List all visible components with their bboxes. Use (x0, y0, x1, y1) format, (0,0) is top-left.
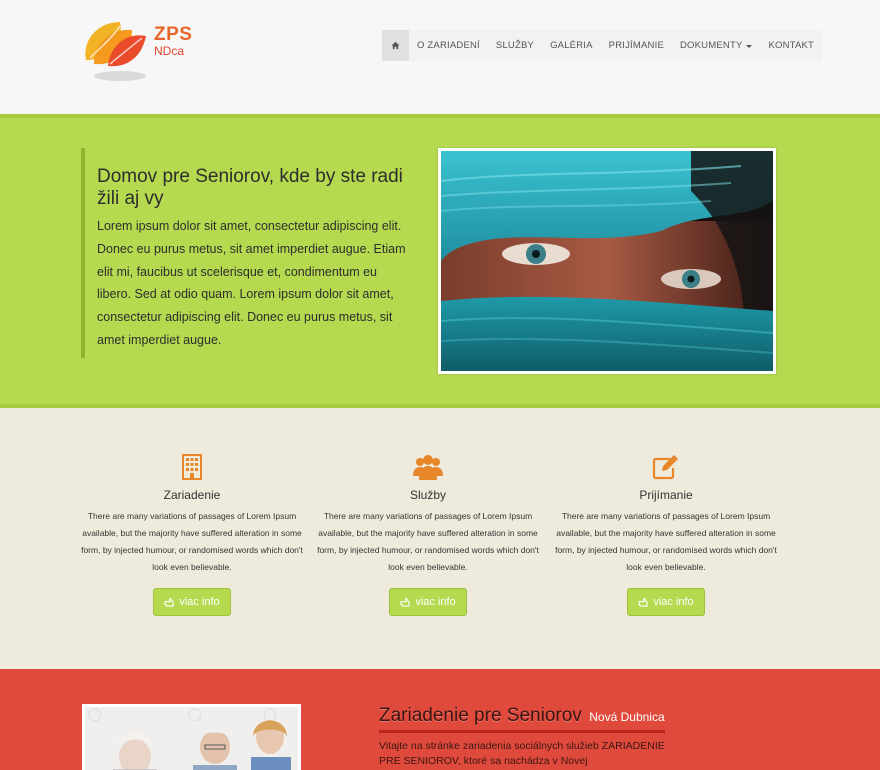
feature-title: Zariadenie (163, 488, 221, 502)
about-body: Vitajte na stránke zariadenia sociálnych… (379, 740, 665, 767)
nav-sluzby[interactable]: SLUŽBY (488, 30, 542, 61)
hero-title: Domov pre Seniorov, kde by ste radi žili… (97, 166, 403, 209)
button-label: viac info (653, 596, 694, 608)
features-section: Zariadenie There are many variations of … (0, 408, 880, 669)
nav-o-zariadeni[interactable]: O ZARIADENÍ (409, 30, 488, 61)
feature-zariadenie: Zariadenie There are many variations of … (77, 452, 307, 616)
main-nav: O ZARIADENÍ SLUŽBY GALÉRIA PRIJÍMANIE DO… (382, 30, 823, 61)
nav-label: DOKUMENTY (679, 40, 743, 51)
site-header: ZPS NDca O ZARIADENÍ SLUŽBY GALÉRIA PRIJ… (0, 0, 880, 114)
nav-label: O ZARIADENÍ (417, 40, 480, 51)
feature-desc: There are many variations of passages of… (81, 511, 303, 572)
nav-label: GALÉRIA (550, 40, 593, 51)
hero-photo (438, 148, 776, 374)
feature-desc: There are many variations of passages of… (555, 511, 777, 572)
users-icon (413, 455, 443, 480)
nav-galeria[interactable]: GALÉRIA (542, 30, 601, 61)
button-label: viac info (179, 596, 220, 608)
about-heading: Zariadenie pre Seniorov Nová Dubnica (379, 705, 665, 733)
building-icon (182, 454, 202, 480)
logo-text: ZPS NDca (154, 24, 192, 58)
logo-zps: ZPS (154, 24, 193, 45)
logo-ndca: NDca (154, 44, 185, 58)
seniors-photo-image (85, 707, 298, 770)
viac-info-button[interactable]: viac info (627, 588, 705, 616)
viac-info-button[interactable]: viac info (153, 588, 231, 616)
hero-text-block: Domov pre Seniorov, kde by ste radi žili… (81, 148, 411, 358)
hero-body: Lorem ipsum dolor sit amet, consectetur … (97, 219, 406, 347)
about-photo (82, 704, 301, 770)
about-title: Zariadenie pre Seniorov (379, 705, 582, 726)
viac-info-button[interactable]: viac info (389, 588, 467, 616)
leaf-logo-icon (85, 22, 146, 81)
hero-section: Domov pre Seniorov, kde by ste radi žili… (0, 114, 880, 408)
about-subtitle: Nová Dubnica (589, 710, 665, 724)
nav-label: KONTAKT (768, 40, 815, 51)
feature-sluzby: Služby There are many variations of pass… (313, 452, 543, 616)
edit-icon (652, 455, 678, 480)
hand-pointer-icon (164, 597, 174, 607)
feature-title: Prijímanie (639, 488, 693, 502)
hand-pointer-icon (638, 597, 648, 607)
feature-prijimanie: Prijímanie There are many variations of … (551, 452, 781, 616)
home-icon (391, 41, 400, 50)
hand-pointer-icon (400, 597, 410, 607)
nav-prijimanie[interactable]: PRIJÍMANIE (601, 30, 672, 61)
button-label: viac info (415, 596, 456, 608)
about-section: Zariadenie pre Seniorov Nová Dubnica Vit… (0, 669, 880, 770)
nav-kontakt[interactable]: KONTAKT (760, 30, 822, 61)
nav-dokumenty[interactable]: DOKUMENTY (672, 30, 761, 61)
feature-title: Služby (409, 488, 447, 502)
veiled-face-image (441, 151, 773, 371)
nav-label: PRIJÍMANIE (608, 40, 664, 51)
nav-label: SLUŽBY (495, 40, 535, 51)
site-logo[interactable]: ZPS NDca (80, 16, 200, 86)
caret-down-icon (746, 45, 753, 48)
nav-home[interactable] (382, 30, 409, 61)
feature-desc: There are many variations of passages of… (317, 511, 539, 572)
